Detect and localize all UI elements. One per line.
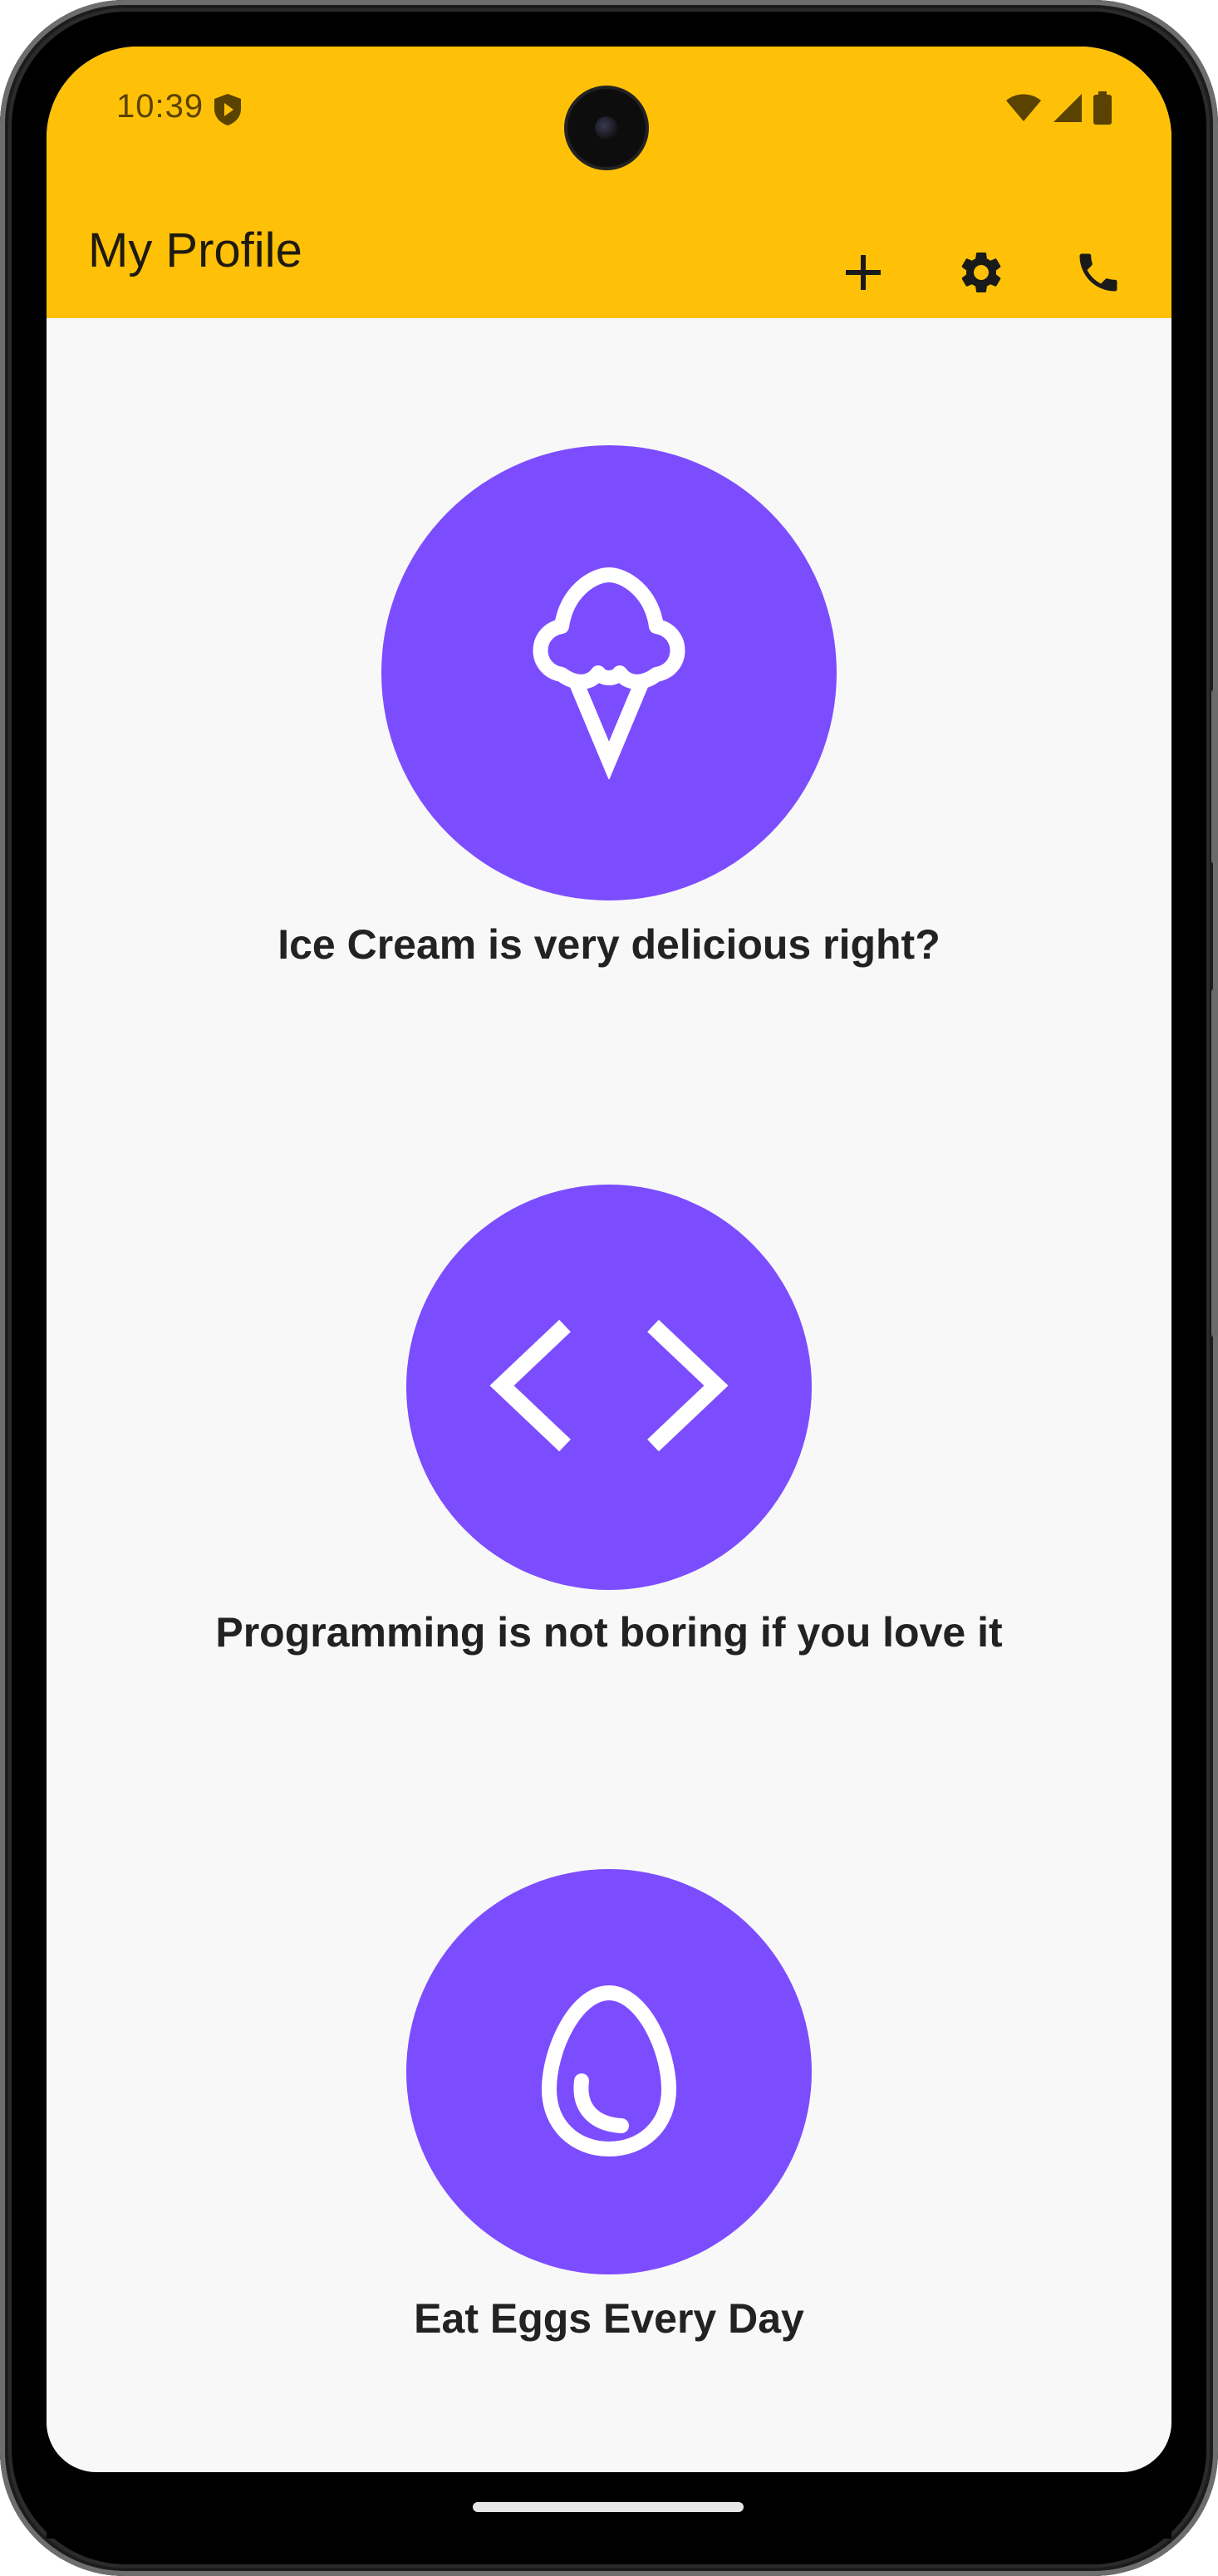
item-avatar-ice-cream xyxy=(381,445,837,900)
settings-button[interactable] xyxy=(948,241,1014,307)
code-icon xyxy=(489,1319,729,1456)
gear-icon xyxy=(956,248,1006,302)
status-time: 10:39 xyxy=(116,88,204,125)
egg-icon xyxy=(538,1983,680,2161)
wifi-icon xyxy=(1005,93,1042,127)
add-button[interactable] xyxy=(830,241,896,307)
front-camera xyxy=(567,89,646,167)
app-bar: 10:39 My Profile xyxy=(47,47,1171,318)
item-label-egg: Eat Eggs Every Day xyxy=(414,2295,804,2342)
status-icons xyxy=(1005,91,1112,128)
call-button[interactable] xyxy=(1065,241,1132,307)
phone-icon xyxy=(1073,248,1123,302)
shield-play-icon xyxy=(213,93,243,126)
signal-icon xyxy=(1052,92,1083,128)
page-title: My Profile xyxy=(88,223,302,277)
volume-button xyxy=(1211,689,1218,864)
app-screen: 10:39 My Profile Ice Cream is very delic… xyxy=(47,47,1171,2472)
ice-cream-icon xyxy=(522,563,696,783)
plus-icon xyxy=(843,253,883,297)
power-button xyxy=(1211,989,1218,1337)
item-avatar-egg xyxy=(406,1869,812,2274)
gesture-handle[interactable] xyxy=(473,2502,744,2512)
item-label-ice-cream: Ice Cream is very delicious right? xyxy=(277,921,941,968)
battery-icon xyxy=(1093,91,1112,129)
item-avatar-code xyxy=(406,1185,812,1590)
item-label-code: Programming is not boring if you love it xyxy=(215,1609,1003,1656)
